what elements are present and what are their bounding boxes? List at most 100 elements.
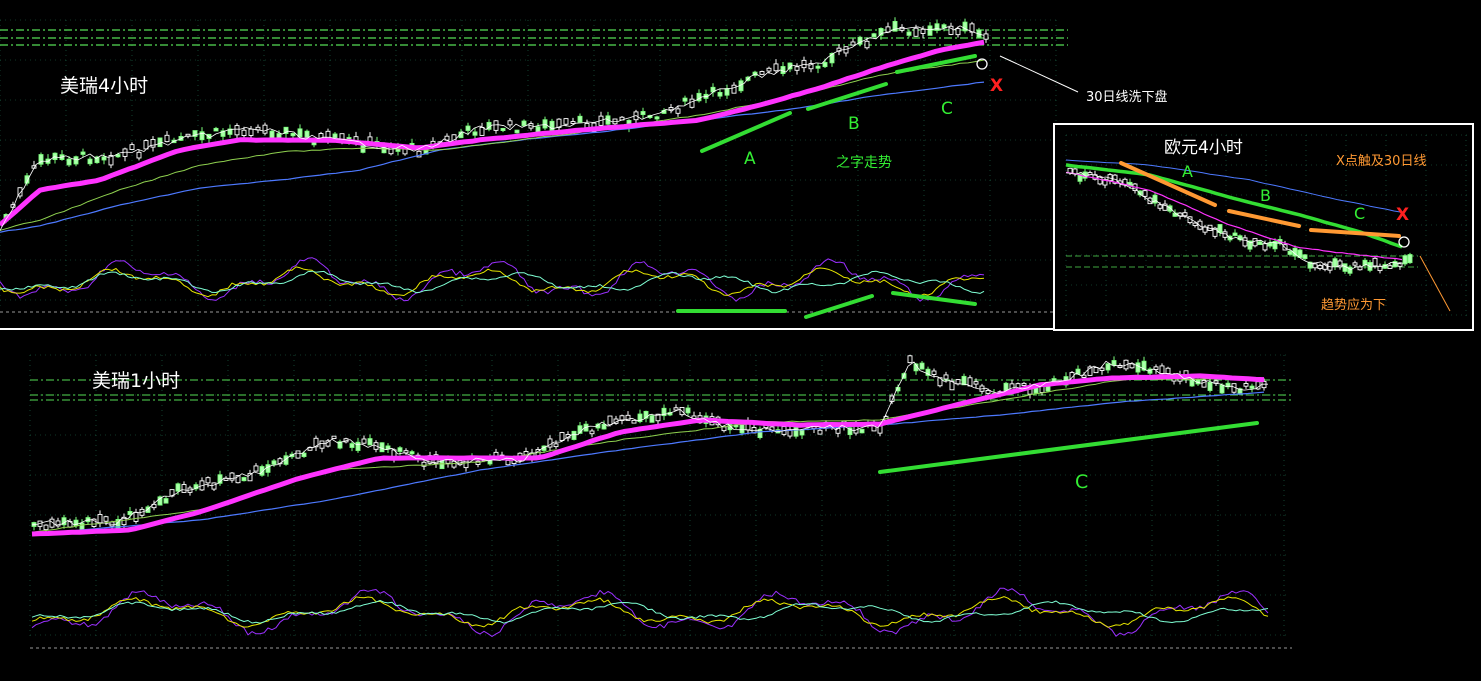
candle-body [571,430,577,440]
candle-body [907,355,913,364]
candle-body [73,156,79,165]
candle-body [654,116,660,120]
candle-body [559,432,565,441]
candle-body [589,430,595,435]
candle-body [542,119,548,129]
wave-label-b: B [848,114,860,134]
candle-body [465,125,471,131]
candle-body [682,97,688,102]
candle-body [213,127,219,132]
candle-body [563,118,569,125]
candle-body [505,459,511,466]
panel-title: 美瑞4小时 [60,75,148,97]
candle-body [973,381,979,385]
candles [3,17,989,224]
callout-label: 30日线洗下盘 [1086,89,1168,105]
candle-body [1312,263,1318,269]
candle-body [271,460,277,465]
ma-magenta-line [31,373,1265,537]
candle-body [97,514,103,524]
panel-title: 欧元4小时 [1164,138,1243,158]
osc-yellow-line [0,266,985,298]
candle-body [724,88,730,96]
candle-body [507,120,513,126]
candle-body [920,28,926,34]
candle-body [943,374,949,380]
candle-body [1105,363,1111,371]
candle-body [815,65,821,69]
candle-body [985,389,991,394]
candle-body [570,121,576,124]
candle-body [668,107,674,111]
candle-body [229,472,235,481]
candle-body [1197,220,1203,230]
candle-body [253,465,259,472]
candle-body [931,370,937,375]
candle-body [1159,365,1165,375]
candle-body [1182,212,1188,217]
candle-body [1302,254,1308,259]
candle-body [301,452,307,457]
pattern-label: 之字走势 [836,155,892,171]
candle-body [1262,243,1268,251]
candle-body [955,28,961,36]
candle-body [1377,265,1383,272]
candle-body [129,144,135,150]
candle-body [241,477,247,482]
candle-body [913,27,919,37]
candle-body [983,33,989,40]
candle-body [493,120,499,131]
candle-body [101,156,107,161]
candle-body [103,516,109,522]
trend-lines [878,421,1259,474]
candle-body [1192,222,1198,226]
candle-body [794,66,800,71]
osc-purple-line [31,587,1269,637]
candle-body [211,482,217,490]
chart-panel-eur4h: 欧元4小时 A B C X X点触及30日线 趋势应为下 [1053,123,1474,331]
ma-white-line [31,360,1268,526]
candle-body [379,442,385,453]
candle-body [1232,232,1238,236]
support-lines [30,379,1292,649]
candle-body [553,443,559,448]
candle-body [349,443,355,448]
trend-line [804,294,874,319]
candle-body [799,429,805,436]
candle-body [864,40,870,49]
candle-body [43,524,49,531]
candle-body [205,477,211,484]
candle-body [66,158,72,166]
candle-body [175,483,181,492]
candle-body [1249,385,1255,389]
candle-body [859,428,865,434]
candle-body [234,125,240,136]
candle-body [361,438,367,444]
candle-body [1152,194,1158,204]
candle-body [1242,237,1248,247]
candle-body [739,423,745,434]
candle-body [248,128,254,136]
ma-white-line [0,25,985,231]
candle-body [793,427,799,437]
oscillator [31,587,1269,637]
candle-body [514,129,520,134]
candle-body [721,426,727,432]
candle-body [1257,241,1263,246]
candle-body [1111,360,1117,366]
ma-green-line [31,377,1265,533]
candle-body [164,134,170,143]
candle-body [871,33,877,38]
trend-lines [676,54,977,319]
candle-body [607,415,613,426]
candle-body [766,67,772,72]
chart-panel-mr4h: 美瑞4小时 A B C X 之字走势 30日线洗下盘 [0,17,1168,319]
candle-body [331,435,337,439]
wave-label-c: C [1075,471,1088,493]
candle-body [1372,257,1378,267]
candle-body [1093,367,1099,374]
panel-title: 美瑞1小时 [92,370,180,392]
candle-body [319,440,325,449]
candle-body [297,128,303,138]
candle-body [1135,362,1141,373]
